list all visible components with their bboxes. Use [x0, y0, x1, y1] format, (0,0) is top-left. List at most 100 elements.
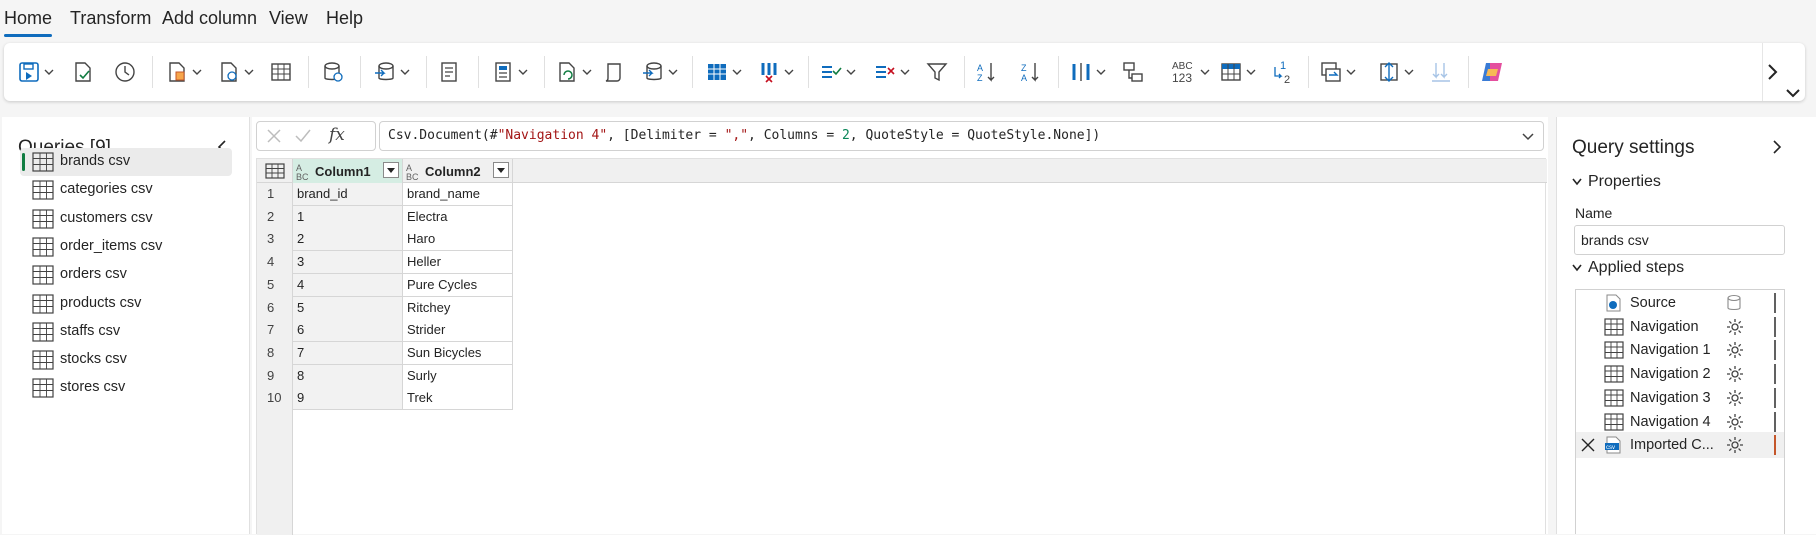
- column1-filter-button[interactable]: [383, 162, 399, 178]
- applied-step[interactable]: Navigation 1: [1576, 337, 1784, 363]
- copilot-button[interactable]: [1480, 55, 1504, 89]
- query-item[interactable]: products csv: [20, 290, 232, 318]
- gear-icon[interactable]: [1726, 341, 1744, 359]
- table-cell[interactable]: Sun Bicycles: [403, 341, 513, 365]
- table-cell[interactable]: brand_name: [403, 183, 513, 206]
- table-cell[interactable]: brand_id: [293, 183, 403, 206]
- delete-step-icon[interactable]: [1580, 437, 1596, 453]
- save-button[interactable]: [18, 55, 54, 89]
- query-item[interactable]: orders csv: [20, 261, 232, 289]
- keep-rows-button[interactable]: [820, 55, 856, 89]
- gear-icon[interactable]: [1726, 389, 1744, 407]
- refresh-preview-button[interactable]: [438, 55, 460, 89]
- table-cell[interactable]: Pure Cycles: [403, 273, 513, 297]
- remove-rows-button[interactable]: [874, 55, 910, 89]
- data-type-button[interactable]: ABC 123: [1170, 55, 1210, 89]
- row-number[interactable]: 3: [257, 228, 293, 250]
- table-cell[interactable]: 2: [293, 228, 403, 252]
- replace-values-button[interactable]: 1 2: [1270, 55, 1296, 89]
- table-cell[interactable]: Haro: [403, 228, 513, 252]
- query-item[interactable]: order_items csv: [20, 233, 232, 261]
- table-cell[interactable]: 4: [293, 273, 403, 297]
- applied-step[interactable]: Navigation 4: [1576, 409, 1784, 435]
- row-number[interactable]: 5: [257, 274, 293, 296]
- filter-rows-button[interactable]: [926, 55, 948, 89]
- query-name-input[interactable]: [1574, 225, 1785, 255]
- refresh-history-button[interactable]: [114, 55, 136, 89]
- combine-button[interactable]: [1320, 55, 1356, 89]
- add-data-destination-button[interactable]: [1430, 55, 1452, 89]
- table-cell[interactable]: Surly: [403, 364, 513, 388]
- row-number[interactable]: 8: [257, 342, 293, 364]
- use-first-row-as-headers-button[interactable]: [1220, 55, 1256, 89]
- table-cell[interactable]: Trek: [403, 387, 513, 411]
- applied-step[interactable]: Navigation 2: [1576, 361, 1784, 387]
- advanced-editor-button[interactable]: [556, 55, 592, 89]
- collapse-ribbon-icon[interactable]: [1784, 84, 1802, 102]
- tab-help[interactable]: Help: [326, 8, 363, 29]
- map-to-entity-button[interactable]: [1378, 55, 1414, 89]
- gear-icon[interactable]: [1726, 436, 1744, 454]
- collapse-settings-icon[interactable]: [1769, 139, 1785, 155]
- table-cell[interactable]: 3: [293, 251, 403, 275]
- group-by-button[interactable]: [1122, 55, 1144, 89]
- table-cell[interactable]: Electra: [403, 205, 513, 229]
- properties-section-toggle[interactable]: Properties: [1572, 173, 1661, 191]
- manage-button[interactable]: [602, 55, 624, 89]
- text-type-icon[interactable]: A BC: [296, 164, 309, 182]
- tab-home[interactable]: Home: [4, 8, 53, 37]
- table-cell[interactable]: 9: [293, 387, 403, 411]
- manage-connections-2-button[interactable]: [642, 55, 678, 89]
- applied-step[interactable]: Source: [1576, 290, 1784, 316]
- row-number[interactable]: 6: [257, 297, 293, 319]
- get-data-button[interactable]: [166, 55, 202, 89]
- column-header-column2[interactable]: A BC Column2: [403, 159, 513, 183]
- recent-sources-button[interactable]: [218, 55, 254, 89]
- table-cell[interactable]: Strider: [403, 319, 513, 343]
- column-header-column1[interactable]: A BC Column1: [293, 159, 403, 183]
- table-cell[interactable]: Ritchey: [403, 296, 513, 320]
- table-cell[interactable]: 6: [293, 319, 403, 343]
- enter-data-button[interactable]: [270, 55, 292, 89]
- table-options-button[interactable]: [257, 159, 293, 183]
- query-item[interactable]: stocks csv: [20, 346, 232, 374]
- commit-formula-icon[interactable]: [295, 129, 311, 143]
- expand-formula-icon[interactable]: [1521, 130, 1535, 144]
- properties-button[interactable]: [492, 55, 528, 89]
- text-type-icon[interactable]: A BC: [406, 164, 419, 182]
- sort-descending-button[interactable]: ZA: [1020, 55, 1042, 89]
- table-cell[interactable]: 7: [293, 341, 403, 365]
- export-template-button[interactable]: [72, 55, 94, 89]
- data-source-settings-icon[interactable]: [1726, 294, 1744, 312]
- applied-step[interactable]: csv Imported C...: [1576, 432, 1784, 459]
- query-item[interactable]: stores csv: [20, 374, 232, 402]
- insert-function-button[interactable]: fx: [329, 125, 345, 145]
- tab-view[interactable]: View: [269, 8, 308, 29]
- cancel-formula-icon[interactable]: [267, 129, 281, 143]
- row-number[interactable]: 4: [257, 251, 293, 273]
- sort-ascending-button[interactable]: AZ: [976, 55, 998, 89]
- gear-icon[interactable]: [1726, 365, 1744, 383]
- applied-step[interactable]: Navigation 3: [1576, 385, 1784, 411]
- manage-connections-button[interactable]: [374, 55, 410, 89]
- table-cell[interactable]: 1: [293, 205, 403, 229]
- remove-columns-button[interactable]: [758, 55, 794, 89]
- query-item[interactable]: categories csv: [20, 176, 232, 204]
- row-number[interactable]: 10: [257, 387, 293, 409]
- tab-transform[interactable]: Transform: [70, 8, 151, 29]
- row-number[interactable]: 2: [257, 206, 293, 228]
- formula-input[interactable]: Csv.Document(#"Navigation 4", [Delimiter…: [379, 121, 1544, 151]
- table-cell[interactable]: 5: [293, 296, 403, 320]
- query-item[interactable]: staffs csv: [20, 318, 232, 346]
- gear-icon[interactable]: [1726, 318, 1744, 336]
- tab-add-column[interactable]: Add column: [162, 8, 257, 29]
- row-number[interactable]: 1: [257, 183, 293, 205]
- table-cell[interactable]: Heller: [403, 251, 513, 275]
- choose-columns-button[interactable]: [706, 55, 742, 89]
- row-number[interactable]: 7: [257, 319, 293, 341]
- query-item[interactable]: brands csv: [20, 148, 232, 176]
- row-number[interactable]: 9: [257, 365, 293, 387]
- table-cell[interactable]: 8: [293, 364, 403, 388]
- applied-step[interactable]: Navigation: [1576, 314, 1784, 340]
- column2-filter-button[interactable]: [493, 162, 509, 178]
